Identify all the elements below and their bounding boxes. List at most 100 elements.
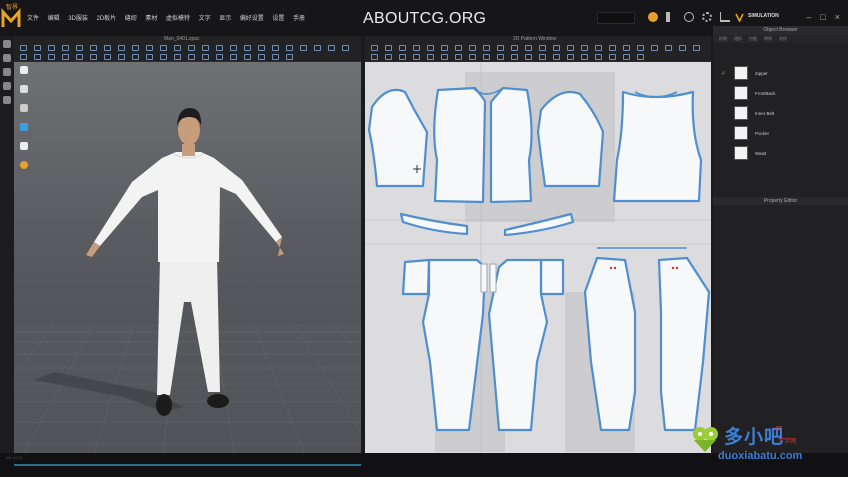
object-browser-tab[interactable]: 纽扣 bbox=[734, 35, 742, 43]
toolbar-tool-icon[interactable] bbox=[511, 45, 518, 51]
menu-item[interactable]: 设置 bbox=[272, 13, 284, 22]
toolbar-tool-icon[interactable] bbox=[539, 54, 546, 60]
toolbar-tool-icon[interactable] bbox=[371, 54, 378, 60]
toolbar-tool-icon[interactable] bbox=[399, 54, 406, 60]
toolbar-tool-icon[interactable] bbox=[427, 45, 434, 51]
toolbar-tool-icon[interactable] bbox=[216, 54, 223, 60]
toolbar-tool-icon[interactable] bbox=[441, 45, 448, 51]
settings-icon[interactable] bbox=[735, 13, 744, 22]
toolbar-tool-icon[interactable] bbox=[34, 54, 41, 60]
object-browser-tab[interactable]: 织物 bbox=[719, 35, 727, 43]
toolbar-tool-icon[interactable] bbox=[286, 45, 293, 51]
menu-item[interactable]: 3D服装 bbox=[68, 13, 88, 22]
toolbar-tool-icon[interactable] bbox=[497, 45, 504, 51]
user-icon[interactable] bbox=[684, 12, 694, 22]
toolbar-tool-icon[interactable] bbox=[160, 45, 167, 51]
toolbar-tool-icon[interactable] bbox=[595, 54, 602, 60]
toolbar-tool-icon[interactable] bbox=[132, 45, 139, 51]
menu-item[interactable]: 素材 bbox=[145, 13, 157, 22]
toolbar-tool-icon[interactable] bbox=[132, 54, 139, 60]
toolbar-tool-icon[interactable] bbox=[427, 54, 434, 60]
toolbar-tool-icon[interactable] bbox=[48, 45, 55, 51]
fabric-swatch[interactable] bbox=[734, 106, 748, 120]
coin-icon[interactable] bbox=[648, 12, 658, 22]
toolbar-tool-icon[interactable] bbox=[258, 54, 265, 60]
toolbar-tool-icon[interactable] bbox=[342, 45, 349, 51]
toolbar-tool-icon[interactable] bbox=[609, 54, 616, 60]
menu-item[interactable]: 偏好设置 bbox=[240, 13, 264, 22]
toolbar-tool-icon[interactable] bbox=[48, 54, 55, 60]
toolbar-tool-icon[interactable] bbox=[553, 54, 560, 60]
toolbar-tool-icon[interactable] bbox=[637, 54, 644, 60]
toolbar-tool-icon[interactable] bbox=[497, 54, 504, 60]
toolbar-tool-icon[interactable] bbox=[623, 45, 630, 51]
toolbar-tool-icon[interactable] bbox=[483, 54, 490, 60]
toolbar-tool-icon[interactable] bbox=[62, 54, 69, 60]
menu-item[interactable]: 文字 bbox=[199, 13, 211, 22]
object-browser-tab[interactable]: 花纹 bbox=[779, 35, 787, 43]
toolbar-tool-icon[interactable] bbox=[609, 45, 616, 51]
close-icon[interactable]: × bbox=[835, 12, 840, 22]
toolbar-tool-icon[interactable] bbox=[20, 45, 27, 51]
tool-icon[interactable] bbox=[3, 82, 11, 90]
toolbar-tool-icon[interactable] bbox=[160, 54, 167, 60]
toolbar-tool-icon[interactable] bbox=[553, 45, 560, 51]
toolbar-tool-icon[interactable] bbox=[90, 54, 97, 60]
tool-icon[interactable] bbox=[3, 68, 11, 76]
toolbar-tool-icon[interactable] bbox=[511, 54, 518, 60]
toolbar-tool-icon[interactable] bbox=[272, 45, 279, 51]
toolbar-tool-icon[interactable] bbox=[202, 45, 209, 51]
gear-icon[interactable] bbox=[702, 12, 712, 22]
toolbar-tool-icon[interactable] bbox=[455, 45, 462, 51]
menu-item[interactable]: 编辑 bbox=[48, 13, 60, 22]
menu-item[interactable]: 显示 bbox=[219, 13, 231, 22]
toolbar-tool-icon[interactable] bbox=[76, 45, 83, 51]
toolbar-tool-icon[interactable] bbox=[188, 45, 195, 51]
toolbar-tool-icon[interactable] bbox=[539, 45, 546, 51]
toolbar-tool-icon[interactable] bbox=[385, 45, 392, 51]
tool-icon[interactable] bbox=[3, 40, 11, 48]
toolbar-tool-icon[interactable] bbox=[567, 54, 574, 60]
toolbar-tool-icon[interactable] bbox=[679, 45, 686, 51]
toolbar-tool-icon[interactable] bbox=[230, 54, 237, 60]
viewport-2d[interactable] bbox=[365, 62, 711, 453]
toolbar-tool-icon[interactable] bbox=[174, 45, 181, 51]
toolbar-tool-icon[interactable] bbox=[455, 54, 462, 60]
minimize-icon[interactable]: – bbox=[806, 12, 811, 22]
fabric-item[interactable]: Pocket bbox=[721, 126, 769, 140]
toolbar-tool-icon[interactable] bbox=[623, 54, 630, 60]
speaker-icon[interactable] bbox=[666, 12, 676, 22]
fabric-item[interactable]: Waist bbox=[721, 146, 766, 160]
menu-item[interactable]: 缝纫 bbox=[125, 13, 137, 22]
menu-item[interactable]: 虚拟模特 bbox=[166, 13, 190, 22]
toolbar-tool-icon[interactable] bbox=[567, 45, 574, 51]
fabric-swatch[interactable] bbox=[734, 66, 748, 80]
cart-icon[interactable] bbox=[720, 12, 730, 22]
toolbar-tool-icon[interactable] bbox=[188, 54, 195, 60]
fabric-item[interactable]: ✓ Zipper bbox=[721, 66, 768, 80]
fabric-swatch[interactable] bbox=[734, 86, 748, 100]
toolbar-tool-icon[interactable] bbox=[399, 45, 406, 51]
app-logo[interactable]: 智界 bbox=[0, 0, 22, 36]
toolbar-tool-icon[interactable] bbox=[62, 45, 69, 51]
toolbar-tool-icon[interactable] bbox=[581, 45, 588, 51]
fabric-swatch[interactable] bbox=[734, 126, 748, 140]
toolbar-tool-icon[interactable] bbox=[118, 54, 125, 60]
object-browser-tab[interactable]: 明线 bbox=[764, 35, 772, 43]
menu-item[interactable]: 文件 bbox=[27, 13, 39, 22]
fabric-item[interactable]: FrontBack bbox=[721, 86, 776, 100]
toolbar-tool-icon[interactable] bbox=[665, 45, 672, 51]
toolbar-tool-icon[interactable] bbox=[371, 45, 378, 51]
toolbar-tool-icon[interactable] bbox=[244, 54, 251, 60]
toolbar-tool-icon[interactable] bbox=[146, 54, 153, 60]
menu-item[interactable]: 2D板片 bbox=[96, 13, 116, 22]
toolbar-tool-icon[interactable] bbox=[20, 54, 27, 60]
toolbar-tool-icon[interactable] bbox=[104, 45, 111, 51]
maximize-icon[interactable]: □ bbox=[820, 12, 825, 22]
toolbar-tool-icon[interactable] bbox=[328, 45, 335, 51]
toolbar-tool-icon[interactable] bbox=[34, 45, 41, 51]
toolbar-tool-icon[interactable] bbox=[216, 45, 223, 51]
toolbar-tool-icon[interactable] bbox=[146, 45, 153, 51]
toolbar-tool-icon[interactable] bbox=[300, 45, 307, 51]
toolbar-tool-icon[interactable] bbox=[441, 54, 448, 60]
